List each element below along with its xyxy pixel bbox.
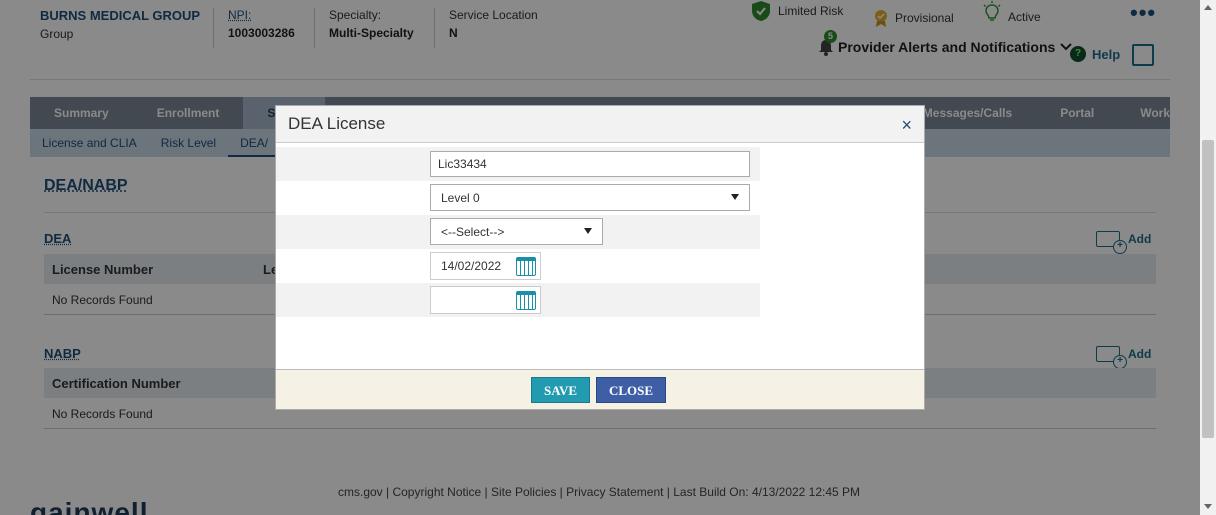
level-select-value: Level 0: [441, 191, 480, 205]
close-icon[interactable]: ×: [901, 115, 912, 136]
level-select[interactable]: Level 0: [430, 184, 750, 211]
license-number-row: r Lic33434: [276, 147, 760, 181]
page-scrollbar[interactable]: [1200, 0, 1216, 515]
dialog-footer: SAVE CLOSE: [276, 369, 924, 409]
scroll-up-icon[interactable]: [1204, 5, 1212, 10]
start-date-value: 14/02/2022: [441, 259, 502, 273]
option-select-value: <--Select-->: [441, 225, 505, 239]
start-date-input[interactable]: 14/02/2022: [430, 252, 541, 280]
caret-down-icon: [731, 194, 739, 200]
calendar-icon[interactable]: [516, 291, 536, 310]
dialog-title: DEA License: [288, 114, 386, 133]
end-date-input[interactable]: [430, 286, 541, 314]
dialog-body: r Lic33434 Level 0 <--Select--> 14/02/20…: [276, 143, 924, 369]
dea-license-dialog: DEA License × r Lic33434 Level 0 <--Sele…: [275, 105, 925, 410]
dialog-header: DEA License ×: [276, 106, 924, 143]
scroll-down-icon[interactable]: [1204, 504, 1212, 509]
start-date-row: 14/02/2022: [276, 249, 760, 283]
scrollbar-thumb[interactable]: [1202, 140, 1214, 438]
end-date-row: [276, 283, 760, 317]
calendar-icon[interactable]: [516, 257, 536, 276]
license-number-input[interactable]: Lic33434: [430, 151, 750, 177]
page: BURNS MEDICAL GROUP Group NPI: 100300328…: [0, 0, 1200, 515]
caret-down-icon: [584, 228, 592, 234]
option-select[interactable]: <--Select-->: [430, 218, 603, 245]
save-button[interactable]: SAVE: [531, 377, 591, 403]
level-row: Level 0: [276, 181, 760, 215]
select-row: <--Select-->: [276, 215, 760, 249]
close-button[interactable]: CLOSE: [596, 377, 667, 403]
